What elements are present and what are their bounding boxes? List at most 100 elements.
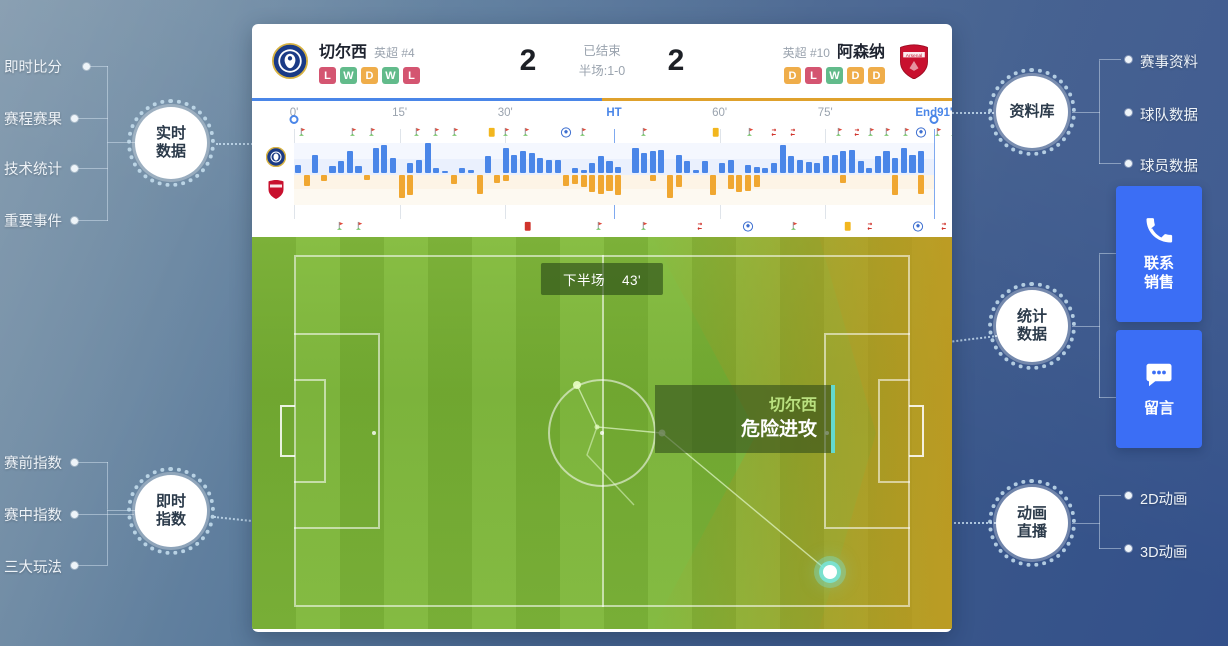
leaf-dot <box>71 459 78 466</box>
timeline-event-sub-icon[interactable] <box>770 127 779 142</box>
timeline-bar-home <box>814 163 821 173</box>
timeline-event-yellow-icon[interactable] <box>712 127 721 142</box>
hub-line-2: 指数 <box>155 511 186 528</box>
timeline-event-yellow-icon[interactable] <box>843 221 852 236</box>
timeline-event-corner-icon[interactable] <box>580 127 591 142</box>
timeline-event-corner-icon[interactable] <box>368 127 380 142</box>
contact-sales-button[interactable]: 联系 销售 <box>1116 186 1202 322</box>
timeline-event-sub-icon[interactable] <box>696 221 705 236</box>
timeline-bar-home <box>701 161 708 173</box>
timeline-bar-home <box>338 161 345 173</box>
timeline-bars <box>294 143 934 205</box>
timeline-bar-slot <box>597 143 606 205</box>
match-timeline[interactable]: 0' 15' 30' HT 60' 75' End91' <box>252 101 952 237</box>
leaf-label-pre-match-odds[interactable]: 赛前指数 <box>4 452 62 473</box>
timeline-event-corner-icon[interactable] <box>640 221 652 236</box>
timeline-event-corner-icon[interactable] <box>432 127 444 142</box>
timeline-bar-home <box>407 163 414 173</box>
event-team-name: 切尔西 <box>768 397 817 415</box>
timeline-event-corner-icon[interactable] <box>356 221 367 236</box>
timeline-event-sub-icon[interactable] <box>789 127 798 142</box>
branch-line <box>78 168 108 169</box>
timeline-event-corner-icon[interactable] <box>868 127 879 142</box>
hub-live-odds[interactable]: 即时 指数 <box>127 467 215 555</box>
timeline-event-corner-icon[interactable] <box>640 127 652 142</box>
timeline-event-corner-icon[interactable] <box>746 127 757 142</box>
halftime-score: 半场:1-0 <box>578 64 626 78</box>
leaf-dot <box>1125 492 1132 499</box>
timeline-bar-away <box>450 175 457 185</box>
timeline-bar-away <box>918 175 925 194</box>
leaf-label-3d-animation[interactable]: 3D动画 <box>1140 541 1188 562</box>
leaf-label-key-events[interactable]: 重要事件 <box>4 210 62 231</box>
timeline-bar-home <box>684 161 691 173</box>
form-badge-d: D <box>784 67 801 84</box>
branch-line <box>1072 112 1100 113</box>
timeline-event-corner-icon[interactable] <box>452 127 463 142</box>
timeline-event-goal-icon[interactable] <box>912 221 924 236</box>
timeline-bar-home <box>918 151 925 173</box>
timeline-event-corner-icon[interactable] <box>836 127 847 142</box>
timeline-event-sub-icon[interactable] <box>939 221 948 236</box>
timeline-bar-home <box>537 158 544 173</box>
timeline-event-corner-icon[interactable] <box>298 127 309 142</box>
timeline-bar-slot <box>649 143 658 205</box>
timeline-event-corner-icon[interactable] <box>349 127 360 142</box>
hub-animation-live[interactable]: 动画 直播 <box>988 479 1076 567</box>
timeline-event-corner-icon[interactable] <box>884 127 895 142</box>
leaf-label-2d-animation[interactable]: 2D动画 <box>1140 488 1188 509</box>
timeline-event-corner-icon[interactable] <box>791 221 802 236</box>
timeline-bar-home <box>762 168 769 173</box>
branch-line <box>1099 59 1121 60</box>
timeline-bar-home <box>554 159 561 173</box>
timeline-bar-slot <box>891 143 900 205</box>
timeline-event-corner-icon[interactable] <box>903 127 914 142</box>
timeline-bar-home <box>442 170 449 173</box>
timeline-bar-away <box>744 175 752 191</box>
timeline-bar-away <box>667 175 674 199</box>
timeline-end-marker <box>929 115 939 124</box>
match-card: 切尔西 英超 #4 LWDWL 2 已结束 半场:1-0 2 英超 #10 阿森… <box>252 24 952 632</box>
timeline-event-corner-icon[interactable] <box>935 127 946 142</box>
arsenal-crest-icon: Arsenal <box>900 44 928 79</box>
arsenal-crest-icon-small <box>268 180 284 199</box>
timeline-tick: 15' <box>392 107 408 119</box>
timeline-event-sub-icon[interactable] <box>853 127 862 142</box>
leaf-label-fixtures-results[interactable]: 赛程赛果 <box>4 108 62 129</box>
timeline-event-corner-icon[interactable] <box>951 127 952 142</box>
timeline-bar-slot <box>779 143 788 205</box>
live-animation-pitch[interactable]: 下半场 43' 切尔西 危险进攻 <box>252 237 952 629</box>
timeline-event-goal-icon[interactable] <box>560 127 572 142</box>
timeline-event-corner-icon[interactable] <box>596 221 607 236</box>
timeline-event-goal-icon[interactable] <box>743 221 754 236</box>
timeline-event-corner-icon[interactable] <box>336 221 348 236</box>
timeline-event-goal-icon[interactable] <box>916 127 927 142</box>
away-team[interactable]: 英超 #10 阿森纳 DLWDD Arsenal <box>702 38 932 84</box>
timeline-event-corner-icon[interactable] <box>503 127 514 142</box>
leave-message-button[interactable]: 留言 <box>1116 330 1202 448</box>
leaf-label-tech-stats[interactable]: 技术统计 <box>4 158 62 179</box>
hub-line-2: 直播 <box>1016 523 1047 540</box>
timeline-event-red-icon[interactable] <box>523 221 532 236</box>
timeline-bar-home <box>892 158 899 173</box>
hub-database[interactable]: 资料库 <box>988 68 1076 156</box>
timeline-bar-slot <box>761 143 770 205</box>
leaf-label-in-play-odds[interactable]: 赛中指数 <box>4 504 62 525</box>
live-event-panel: 切尔西 危险进攻 <box>655 385 835 453</box>
timeline-bar-home <box>822 156 829 173</box>
timeline-event-sub-icon[interactable] <box>866 221 875 236</box>
leaf-label-three-markets[interactable]: 三大玩法 <box>4 556 62 577</box>
leaf-label-realtime-score[interactable]: 即时比分 <box>4 56 62 77</box>
timeline-bar-slot <box>701 143 710 205</box>
hub-stats-data[interactable]: 统计 数据 <box>988 282 1076 370</box>
leaf-label-player-data[interactable]: 球员数据 <box>1140 155 1198 176</box>
timeline-event-yellow-icon[interactable] <box>488 127 497 142</box>
timeline-bar-home <box>770 163 777 173</box>
timeline-event-corner-icon[interactable] <box>413 127 424 142</box>
home-team[interactable]: 切尔西 英超 #4 LWDWL <box>272 38 502 84</box>
timeline-bar-slot <box>623 143 632 205</box>
leaf-label-team-data[interactable]: 球队数据 <box>1140 104 1198 125</box>
hub-realtime-data[interactable]: 实时 数据 <box>127 99 215 187</box>
timeline-event-corner-icon[interactable] <box>522 127 533 142</box>
leaf-label-match-info[interactable]: 赛事资料 <box>1140 51 1198 72</box>
